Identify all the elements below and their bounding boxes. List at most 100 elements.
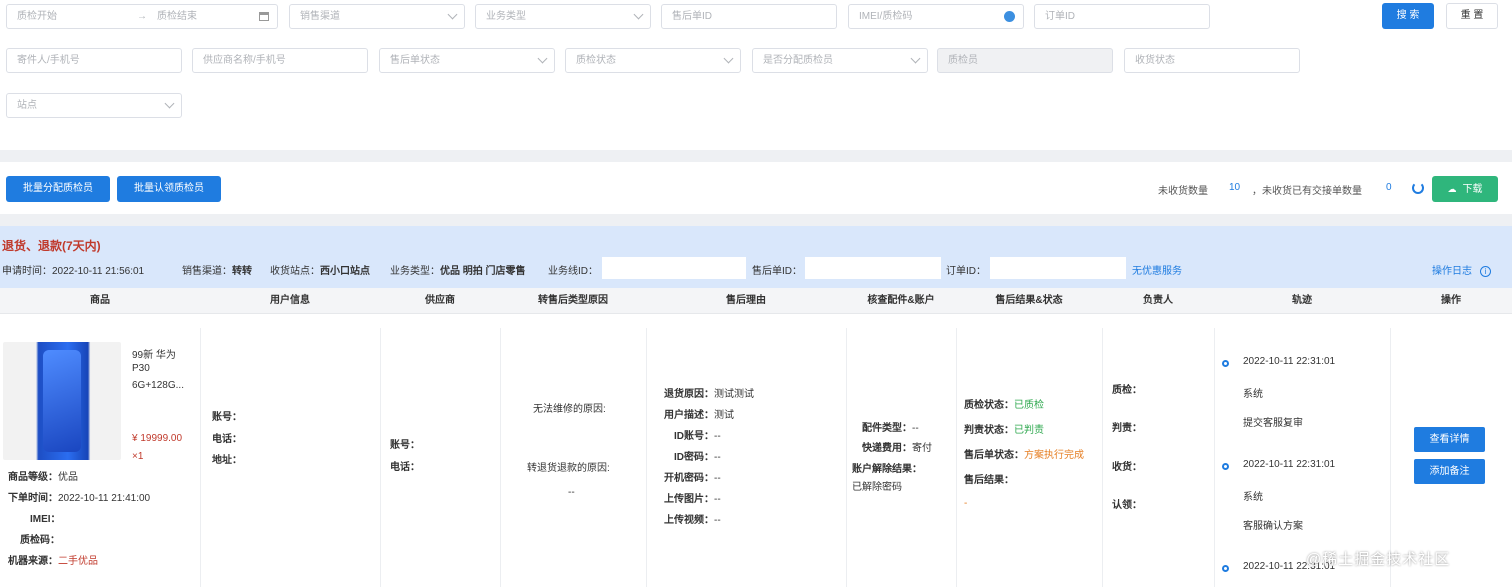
order-header: 退货、退款(7天内) 申请时间：2022-10-11 21:56:01 销售渠道… — [0, 226, 1512, 288]
track-actor: 系统 — [1243, 389, 1263, 400]
receive-status-select[interactable]: 收货状态 — [1124, 48, 1300, 73]
refresh-icon[interactable] — [1412, 182, 1424, 194]
accessory-type: 配件类型：-- — [852, 419, 919, 434]
track-time: 2022-10-11 22:31:01 — [1243, 356, 1336, 367]
product-name-line3: 6G+128G... — [132, 380, 184, 391]
download-button[interactable]: ☁ 下载 — [1432, 176, 1498, 202]
batch-assign-button[interactable]: 批量分配质检员 — [6, 176, 110, 202]
boot-password-value: -- — [714, 473, 721, 484]
business-line-id-label: 业务线ID： — [548, 266, 598, 277]
product-name-line2: P30 — [132, 363, 150, 374]
column-divider — [380, 328, 381, 587]
order-time: 下单时间：2022-10-11 21:41:00 — [8, 489, 150, 504]
qc-date-range-picker[interactable]: 质检开始 → 质检结束 — [6, 4, 278, 29]
account-unlock: 账户解除结果： — [852, 460, 922, 475]
business-type-select[interactable]: 业务类型 — [475, 4, 651, 29]
imei-input[interactable]: IMEI/质检码 — [848, 4, 1024, 29]
table-header: 商品 用户信息 供应商 转售后类型原因 售后理由 核查配件&账户 售后结果&状态… — [0, 288, 1512, 314]
inspector-placeholder: 质检员 — [948, 55, 978, 66]
phone-body — [43, 350, 81, 452]
after-sale-result: 售后结果： — [964, 471, 1014, 486]
search-button[interactable]: 搜 索 — [1382, 3, 1434, 29]
site-select[interactable]: 站点 — [6, 93, 182, 118]
no-service-link[interactable]: 无优惠服务 — [1132, 262, 1182, 277]
col-owner: 负责人 — [1143, 295, 1173, 306]
btype-value: 优品 明拍 门店零售 — [440, 266, 526, 277]
imei-label-text: IMEI： — [30, 514, 61, 525]
operation-log-link[interactable]: 操作日志 i — [1432, 262, 1491, 277]
uploaded-video: 上传视频：-- — [660, 511, 721, 526]
handover-count: 0 — [1386, 182, 1392, 193]
refund-reason-value: -- — [568, 487, 575, 498]
accessory-type-label: 配件类型： — [862, 423, 912, 434]
chevron-down-icon — [723, 53, 734, 64]
column-divider — [200, 328, 201, 587]
unreceived-count: 10 — [1229, 182, 1241, 193]
col-track: 轨迹 — [1292, 295, 1312, 306]
product-price: ¥ 19999.00 — [132, 433, 183, 444]
order-id-placeholder: 订单ID — [1045, 11, 1075, 22]
sales-channel-select[interactable]: 销售渠道 — [289, 4, 465, 29]
channel-label: 销售渠道： — [182, 266, 232, 277]
view-detail-button[interactable]: 查看详情 — [1414, 427, 1485, 452]
business-line-id-value — [602, 257, 746, 279]
order-id-label: 订单ID： — [946, 266, 986, 277]
sender-placeholder: 寄件人/手机号 — [17, 55, 80, 66]
product-grade: 商品等级：优品 — [8, 468, 78, 483]
filter-panel: 质检开始 → 质检结束 销售渠道 业务类型 售后单ID IMEI/质检码 订单I… — [0, 0, 1512, 150]
batch-claim-button[interactable]: 批量认领质检员 — [117, 176, 221, 202]
assigned-placeholder: 是否分配质检员 — [763, 55, 833, 66]
add-remark-button[interactable]: 添加备注 — [1414, 459, 1485, 484]
column-divider — [500, 328, 501, 587]
sales-channel: 销售渠道：转转 — [182, 262, 252, 277]
column-divider — [646, 328, 647, 587]
scan-icon[interactable] — [1004, 11, 1015, 22]
supplier-phone: 电话： — [390, 458, 420, 473]
btype-label: 业务类型： — [390, 266, 440, 277]
supplier-placeholder: 供应商名称/手机号 — [203, 55, 286, 66]
column-divider — [1102, 328, 1103, 587]
reset-button[interactable]: 重 置 — [1446, 3, 1498, 29]
owner-receive-label: 收货： — [1112, 462, 1142, 473]
after-sale-status-select[interactable]: 售后单状态 — [379, 48, 555, 73]
order-time-value: 2022-10-11 21:41:00 — [58, 493, 151, 504]
unrepairable-reason: 无法维修的原因: — [533, 404, 606, 415]
product-image[interactable] — [3, 342, 121, 460]
col-product: 商品 — [90, 295, 110, 306]
owner-qc-label: 质检： — [1112, 385, 1142, 396]
return-reason-label: 退货原因： — [664, 389, 714, 400]
after-sale-id-input[interactable]: 售后单ID — [661, 4, 837, 29]
qc-status-value: 已质检 — [1014, 400, 1044, 411]
id-password: ID密码：-- — [660, 448, 721, 463]
apply-time: 申请时间：2022-10-11 21:56:01 — [2, 262, 144, 277]
list-toolbar: 批量分配质检员 批量认领质检员 未收货数量 10 ，未收货已有交接单数量 0 ☁… — [0, 162, 1512, 214]
watermark: @稀土掘金技术社区 — [1306, 551, 1451, 568]
business-type-placeholder: 业务类型 — [486, 11, 526, 22]
express-fee-value: 寄付 — [912, 443, 932, 454]
product-name-line1: 99新 华为 — [132, 350, 176, 361]
col-supplier: 供应商 — [425, 295, 455, 306]
col-after-reason: 售后理由 — [726, 295, 766, 306]
owner-claim-label: 认领： — [1112, 500, 1142, 511]
sales-channel-placeholder: 销售渠道 — [300, 11, 340, 22]
timeline-dot — [1222, 463, 1229, 470]
uploaded-images-label: 上传图片： — [664, 494, 714, 505]
after-sale-status-placeholder: 售后单状态 — [390, 55, 440, 66]
order-id-input[interactable]: 订单ID — [1034, 4, 1210, 29]
timeline-dot — [1222, 360, 1229, 367]
business-type: 业务类型：优品 明拍 门店零售 — [390, 262, 526, 277]
qc-status-select[interactable]: 质检状态 — [565, 48, 741, 73]
duty-status-label: 判责状态： — [964, 425, 1014, 436]
assigned-select[interactable]: 是否分配质检员 — [752, 48, 928, 73]
order-title: 退货、退款(7天内) — [2, 239, 101, 253]
timeline-dot — [1222, 565, 1229, 572]
owner-receive: 收货： — [1112, 458, 1142, 473]
column-divider — [1214, 328, 1215, 587]
calendar-icon — [259, 12, 269, 21]
handover-label: ，未收货已有交接单数量 — [1252, 186, 1362, 197]
return-reason: 退货原因：测试测试 — [660, 385, 754, 400]
sender-input[interactable]: 寄件人/手机号 — [6, 48, 182, 73]
supplier-input[interactable]: 供应商名称/手机号 — [192, 48, 368, 73]
supplier-account: 账号： — [390, 436, 420, 451]
qc-end-placeholder: 质检结束 — [157, 11, 197, 22]
